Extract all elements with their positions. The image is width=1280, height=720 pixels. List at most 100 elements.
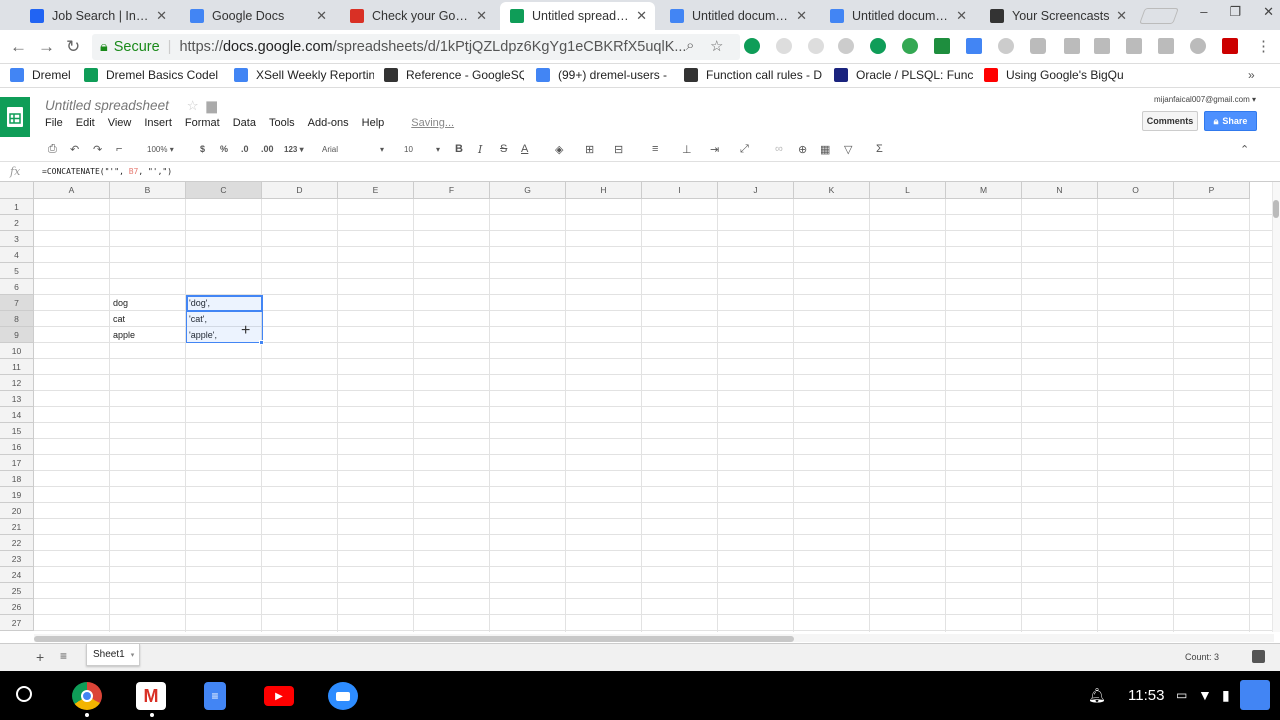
row-header[interactable]: 18 bbox=[0, 471, 34, 487]
zoom-select[interactable]: 100% ▾ bbox=[147, 145, 174, 154]
browser-tab[interactable]: Google Docs ✕ bbox=[180, 2, 335, 30]
italic-button[interactable]: I bbox=[478, 143, 482, 156]
launcher-icon[interactable] bbox=[16, 686, 32, 702]
close-tab-icon[interactable]: ✕ bbox=[796, 8, 807, 24]
close-tab-icon[interactable]: ✕ bbox=[1116, 8, 1127, 24]
column-header[interactable]: P bbox=[1174, 182, 1250, 199]
row-header[interactable]: 10 bbox=[0, 343, 34, 359]
fill-color-icon[interactable]: ◈ bbox=[555, 143, 563, 156]
browser-tab[interactable]: Untitled document ✕ bbox=[820, 2, 975, 30]
close-tab-icon[interactable]: ✕ bbox=[636, 8, 647, 24]
browser-tab[interactable]: Untitled document ✕ bbox=[660, 2, 815, 30]
bold-button[interactable]: B bbox=[455, 143, 463, 155]
row-header[interactable]: 21 bbox=[0, 519, 34, 535]
all-sheets-icon[interactable]: ≡ bbox=[60, 649, 67, 663]
row-header[interactable]: 4 bbox=[0, 247, 34, 263]
more-bookmarks-icon[interactable]: » bbox=[1248, 68, 1255, 82]
paint-format-icon[interactable]: ⌐ bbox=[116, 143, 122, 155]
minimize-icon[interactable]: – bbox=[1200, 4, 1207, 20]
youtube-app-icon[interactable]: ▶ bbox=[264, 686, 294, 706]
share-button[interactable]: 🔒︎ Share bbox=[1204, 111, 1257, 131]
explore-icon[interactable] bbox=[1252, 650, 1265, 663]
menu-data[interactable]: Data bbox=[233, 117, 256, 129]
column-header[interactable]: C bbox=[186, 182, 262, 199]
hash-extension-icon[interactable] bbox=[1158, 38, 1174, 54]
vertical-scrollbar[interactable] bbox=[1272, 182, 1280, 632]
column-header[interactable]: I bbox=[642, 182, 718, 199]
row-header[interactable]: 24 bbox=[0, 567, 34, 583]
sheets-logo[interactable] bbox=[0, 97, 30, 137]
increase-decimal-button[interactable]: .00 bbox=[261, 144, 274, 154]
search-icon[interactable]: ⌕ bbox=[686, 37, 694, 54]
extension-icon[interactable] bbox=[1064, 38, 1080, 54]
extension-icon[interactable] bbox=[776, 38, 792, 54]
text-wrap-icon[interactable]: ⇥ bbox=[710, 143, 719, 156]
print-icon[interactable]: ⎙ bbox=[48, 143, 57, 156]
insert-chart-icon[interactable]: ▦ bbox=[820, 143, 830, 156]
column-header[interactable]: F bbox=[414, 182, 490, 199]
decrease-decimal-button[interactable]: .0 bbox=[241, 144, 249, 154]
row-header[interactable]: 15 bbox=[0, 423, 34, 439]
column-header[interactable]: E bbox=[338, 182, 414, 199]
extension-icon[interactable] bbox=[902, 38, 918, 54]
extension-icon[interactable] bbox=[808, 38, 824, 54]
row-header[interactable]: 16 bbox=[0, 439, 34, 455]
sheet-tab[interactable]: Sheet1 ▾ bbox=[86, 644, 140, 666]
column-header[interactable]: B bbox=[110, 182, 186, 199]
close-window-icon[interactable]: ✕ bbox=[1263, 4, 1274, 20]
star-icon[interactable]: ☆ bbox=[710, 37, 723, 55]
bookmark-item[interactable]: Reference - GoogleSQ bbox=[384, 68, 524, 82]
column-header[interactable]: D bbox=[262, 182, 338, 199]
selection-count[interactable]: Count: 3 bbox=[1185, 652, 1219, 662]
column-header[interactable]: L bbox=[870, 182, 946, 199]
hangouts-icon[interactable] bbox=[870, 38, 886, 54]
docs-app-icon[interactable]: ≡ bbox=[204, 682, 226, 710]
close-tab-icon[interactable]: ✕ bbox=[956, 8, 967, 24]
menu-kebab-icon[interactable]: ⋮ bbox=[1256, 37, 1271, 55]
close-tab-icon[interactable]: ✕ bbox=[476, 8, 487, 24]
row-header[interactable]: 26 bbox=[0, 599, 34, 615]
cast-icon[interactable]: ▭ bbox=[1176, 688, 1187, 702]
menu-tools[interactable]: Tools bbox=[269, 117, 295, 129]
clock[interactable]: 11:53 bbox=[1128, 687, 1164, 704]
insert-comment-icon[interactable]: ⊕ bbox=[798, 143, 807, 156]
select-all-corner[interactable] bbox=[0, 182, 34, 199]
spreadsheet-grid[interactable]: A B C D E F G H I J K L M N O P 1 2 3 4 5 6 7 8 9 10 11 12 13 14 15 16 1… bbox=[0, 182, 1272, 632]
horizontal-scroll-thumb[interactable] bbox=[34, 636, 794, 642]
browser-tab[interactable]: Job Search | Indeed ✕ bbox=[20, 2, 175, 30]
sql-extension-icon[interactable] bbox=[1126, 38, 1142, 54]
bookmark-item[interactable]: XSell Weekly Reportin bbox=[234, 68, 374, 82]
insert-link-icon[interactable]: ∞ bbox=[775, 143, 783, 155]
menu-insert[interactable]: Insert bbox=[144, 117, 172, 129]
column-header[interactable]: G bbox=[490, 182, 566, 199]
column-header[interactable]: K bbox=[794, 182, 870, 199]
row-header[interactable]: 14 bbox=[0, 407, 34, 423]
font-size-select[interactable]: 10 ▾ bbox=[404, 145, 440, 154]
strikethrough-button[interactable]: S bbox=[500, 143, 507, 155]
percent-button[interactable]: % bbox=[220, 144, 228, 154]
merge-cells-icon[interactable]: ⊟ bbox=[614, 143, 623, 156]
formula-bar[interactable]: fx =CONCATENATE("'", B7, "',") bbox=[0, 162, 1280, 182]
row-header[interactable]: 1 bbox=[0, 199, 34, 215]
extension-icon[interactable] bbox=[1030, 38, 1046, 54]
bookmark-item[interactable]: (99+) dremel-users - bbox=[536, 68, 676, 82]
vertical-scroll-thumb[interactable] bbox=[1273, 200, 1279, 218]
column-header[interactable]: A bbox=[34, 182, 110, 199]
cell-b8[interactable]: cat bbox=[110, 311, 186, 327]
column-header[interactable]: N bbox=[1022, 182, 1098, 199]
functions-icon[interactable]: Σ bbox=[876, 143, 883, 155]
chevron-down-icon[interactable]: ▾ bbox=[131, 651, 135, 659]
row-header[interactable]: 5 bbox=[0, 263, 34, 279]
browser-tab[interactable]: Check your Google ✕ bbox=[340, 2, 495, 30]
row-header[interactable]: 2 bbox=[0, 215, 34, 231]
forward-icon[interactable]: → bbox=[38, 37, 55, 57]
bookmark-item[interactable]: Oracle / PLSQL: Func bbox=[834, 68, 974, 82]
fill-handle[interactable] bbox=[259, 340, 264, 345]
menu-edit[interactable]: Edit bbox=[76, 117, 95, 129]
font-select[interactable]: Arial ▾ bbox=[322, 145, 384, 154]
column-header[interactable]: M bbox=[946, 182, 1022, 199]
row-header[interactable]: 25 bbox=[0, 583, 34, 599]
menu-format[interactable]: Format bbox=[185, 117, 220, 129]
row-header[interactable]: 23 bbox=[0, 551, 34, 567]
maximize-icon[interactable]: ❐ bbox=[1229, 4, 1241, 20]
